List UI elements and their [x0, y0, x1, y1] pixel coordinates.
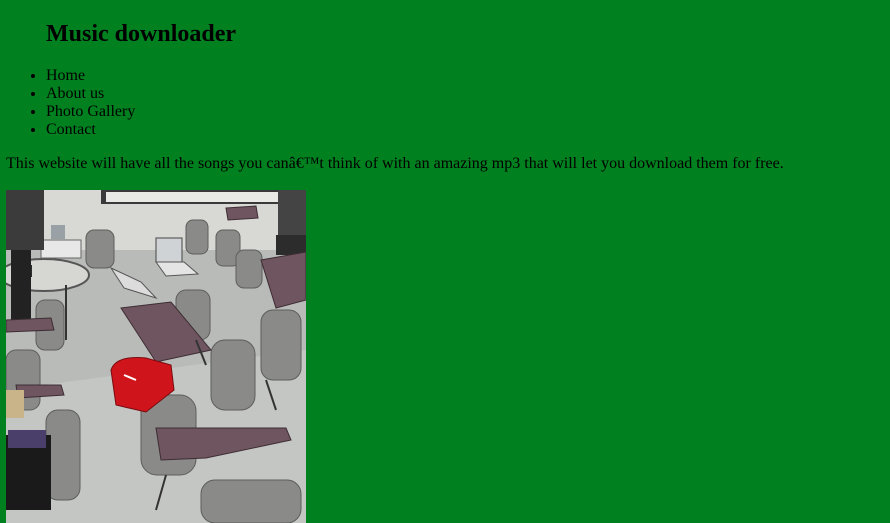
classroom-photo-image: [6, 190, 306, 523]
page: Music downloader Home About us Photo Gal…: [0, 0, 890, 523]
nav-item-photo-gallery[interactable]: Photo Gallery: [46, 103, 135, 121]
nav-item-label[interactable]: About us: [46, 85, 104, 102]
nav-item-label[interactable]: Contact: [46, 121, 96, 138]
classroom-photo: [6, 190, 306, 523]
nav-item-label[interactable]: Photo Gallery: [46, 103, 135, 120]
page-title: Music downloader: [46, 21, 237, 47]
nav-item-home[interactable]: Home: [46, 67, 135, 85]
nav-list: Home About us Photo Gallery Contact: [0, 67, 135, 139]
intro-paragraph: This website will have all the songs you…: [6, 155, 784, 172]
nav-item-about-us[interactable]: About us: [46, 85, 135, 103]
nav-item-contact[interactable]: Contact: [46, 121, 135, 139]
nav-item-label[interactable]: Home: [46, 67, 85, 84]
